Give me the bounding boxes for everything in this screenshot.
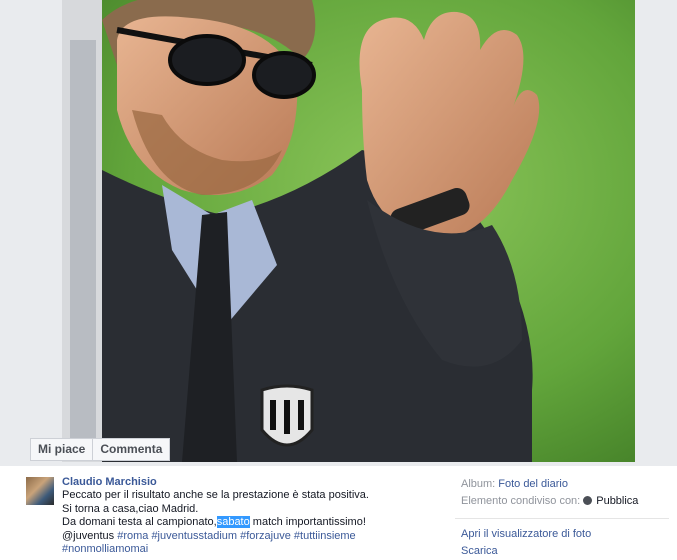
author-avatar[interactable] <box>26 477 54 505</box>
caption-line: Peccato per il risultato anche se la pre… <box>62 489 369 502</box>
hashtag-link[interactable]: #nonmolliamomai <box>62 543 148 555</box>
caption-line: #nonmolliamomai <box>62 543 442 556</box>
photo-stage: Mi piace Commenta <box>0 0 677 466</box>
shared-with-row: Elemento condiviso con: Pubblica <box>461 493 671 510</box>
download-link[interactable]: Scarica <box>461 543 671 560</box>
album-link[interactable]: Foto del diario <box>498 478 568 490</box>
photo-action-bar: Mi piace Commenta <box>30 438 171 461</box>
shared-label: Elemento condiviso con: <box>461 495 581 507</box>
like-button[interactable]: Mi piace <box>30 438 94 461</box>
hashtag-links[interactable]: #roma #juventusstadium #forzajuve #tutti… <box>117 530 355 542</box>
mention-link[interactable]: @juventus <box>62 530 117 542</box>
caption-line: @juventus #roma #juventusstadium #forzaj… <box>62 530 442 543</box>
caption-line: Da domani testa al campionato,sabato mat… <box>62 516 442 529</box>
open-photo-viewer-link[interactable]: Apri il visualizzatore di foto <box>461 526 671 543</box>
sidebar-divider <box>455 518 669 519</box>
photo-sidebar: Album: Foto del diario Elemento condiviso… <box>461 476 671 510</box>
caption-line: Si torna a casa,ciao Madrid. <box>62 502 199 515</box>
post-photo[interactable] <box>62 0 635 462</box>
post-caption: Claudio Marchisio Peccato per il risulta… <box>62 476 442 556</box>
caption-text: match importantissimo! <box>249 516 366 529</box>
album-label: Album: <box>461 478 496 490</box>
album-row: Album: Foto del diario <box>461 476 671 493</box>
caption-text: Da domani testa al campionato, <box>62 516 217 529</box>
globe-icon <box>583 496 593 505</box>
comment-button[interactable]: Commenta <box>93 438 171 461</box>
author-name[interactable]: Claudio Marchisio <box>62 476 442 489</box>
photo-illustration <box>62 0 635 462</box>
selected-text: sabato <box>216 516 250 529</box>
photo-sidebar-links: Apri il visualizzatore di foto Scarica <box>461 526 671 560</box>
privacy-value[interactable]: Pubblica <box>596 495 638 507</box>
photo-info-panel: Claudio Marchisio Peccato per il risulta… <box>0 466 677 557</box>
